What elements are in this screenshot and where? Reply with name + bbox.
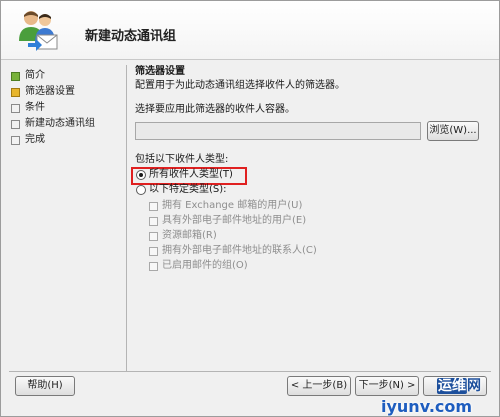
- checkbox-label: 拥有外部电子邮件地址的联系人(C): [162, 245, 317, 256]
- footer-divider: [9, 371, 491, 372]
- checkbox-icon: [149, 232, 158, 241]
- radio-all-wrapper: 所有收件人类型(T): [131, 167, 485, 185]
- filter-settings-panel: 筛选器设置 配置用于为此动态通讯组选择收件人的筛选器。 选择要应用此筛选器的收件…: [131, 65, 485, 273]
- radio-label: 以下特定类型(S):: [149, 184, 227, 195]
- checkbox-label: 拥有 Exchange 邮箱的用户(U): [162, 200, 303, 211]
- checkbox-icon: [149, 217, 158, 226]
- checkbox-label: 已启用邮件的组(O): [162, 260, 248, 271]
- browse-button[interactable]: 浏览(W)...: [427, 121, 479, 141]
- checkbox-mail-users[interactable]: 具有外部电子邮件地址的用户(E): [149, 214, 485, 228]
- step-completion: 完成: [11, 132, 129, 148]
- checkbox-label: 具有外部电子邮件地址的用户(E): [162, 215, 307, 226]
- watermark-logo-text: 网: [467, 378, 481, 394]
- next-button[interactable]: 下一步(N) >: [355, 376, 419, 396]
- step-label: 简介: [25, 70, 45, 81]
- wizard-header: 新建动态通讯组: [1, 1, 499, 60]
- step-introduction: 简介: [11, 68, 129, 84]
- checkbox-icon: [149, 202, 158, 211]
- recipient-types-label: 包括以下收件人类型:: [135, 154, 229, 165]
- nav-divider: [126, 65, 127, 371]
- wizard-steps: 简介 筛选器设置 条件 新建动态通讯组 完成: [11, 68, 129, 148]
- radio-unselected-icon: [136, 185, 146, 195]
- specific-types-list: 拥有 Exchange 邮箱的用户(U) 具有外部电子邮件地址的用户(E) 资源…: [149, 199, 485, 273]
- section-description: 配置用于为此动态通讯组选择收件人的筛选器。: [135, 80, 345, 91]
- watermark-url: iyunv.com: [381, 397, 473, 416]
- section-title: 筛选器设置: [135, 66, 185, 77]
- step-label: 新建动态通讯组: [25, 118, 95, 129]
- watermark-logo: 运维网: [437, 375, 481, 395]
- radio-selected-icon: [136, 170, 146, 180]
- checkbox-exchange-mailbox-users[interactable]: 拥有 Exchange 邮箱的用户(U): [149, 199, 485, 213]
- help-button[interactable]: 帮助(H): [15, 376, 75, 396]
- step-filter-settings: 筛选器设置: [11, 84, 129, 100]
- step-pending-icon: [11, 136, 20, 145]
- watermark-badge: 运维: [437, 378, 467, 394]
- distribution-group-icon: [15, 7, 61, 53]
- step-pending-icon: [11, 104, 20, 113]
- checkbox-mail-enabled-groups[interactable]: 已启用邮件的组(O): [149, 259, 485, 273]
- radio-specific-types[interactable]: 以下特定类型(S):: [135, 183, 485, 197]
- step-complete-icon: [11, 72, 20, 81]
- container-field[interactable]: [135, 122, 421, 140]
- wizard-title: 新建动态通讯组: [85, 29, 177, 44]
- container-label: 选择要应用此筛选器的收件人容器。: [135, 104, 295, 115]
- checkbox-label: 资源邮箱(R): [162, 230, 217, 241]
- wizard-dialog: 新建动态通讯组 简介 筛选器设置 条件 新建动态通讯组 完成 筛选器设置 配置用…: [0, 0, 500, 417]
- radio-label: 所有收件人类型(T): [149, 169, 233, 180]
- step-label: 筛选器设置: [25, 86, 75, 97]
- checkbox-resource-mailboxes[interactable]: 资源邮箱(R): [149, 229, 485, 243]
- step-current-icon: [11, 88, 20, 97]
- step-new-dynamic-group: 新建动态通讯组: [11, 116, 129, 132]
- radio-all-recipient-types[interactable]: 所有收件人类型(T): [135, 168, 485, 182]
- checkbox-icon: [149, 247, 158, 256]
- checkbox-mail-contacts[interactable]: 拥有外部电子邮件地址的联系人(C): [149, 244, 485, 258]
- step-label: 条件: [25, 102, 45, 113]
- step-label: 完成: [25, 134, 45, 145]
- step-pending-icon: [11, 120, 20, 129]
- step-conditions: 条件: [11, 100, 129, 116]
- container-row: 浏览(W)...: [135, 121, 485, 141]
- back-button[interactable]: < 上一步(B): [287, 376, 351, 396]
- checkbox-icon: [149, 262, 158, 271]
